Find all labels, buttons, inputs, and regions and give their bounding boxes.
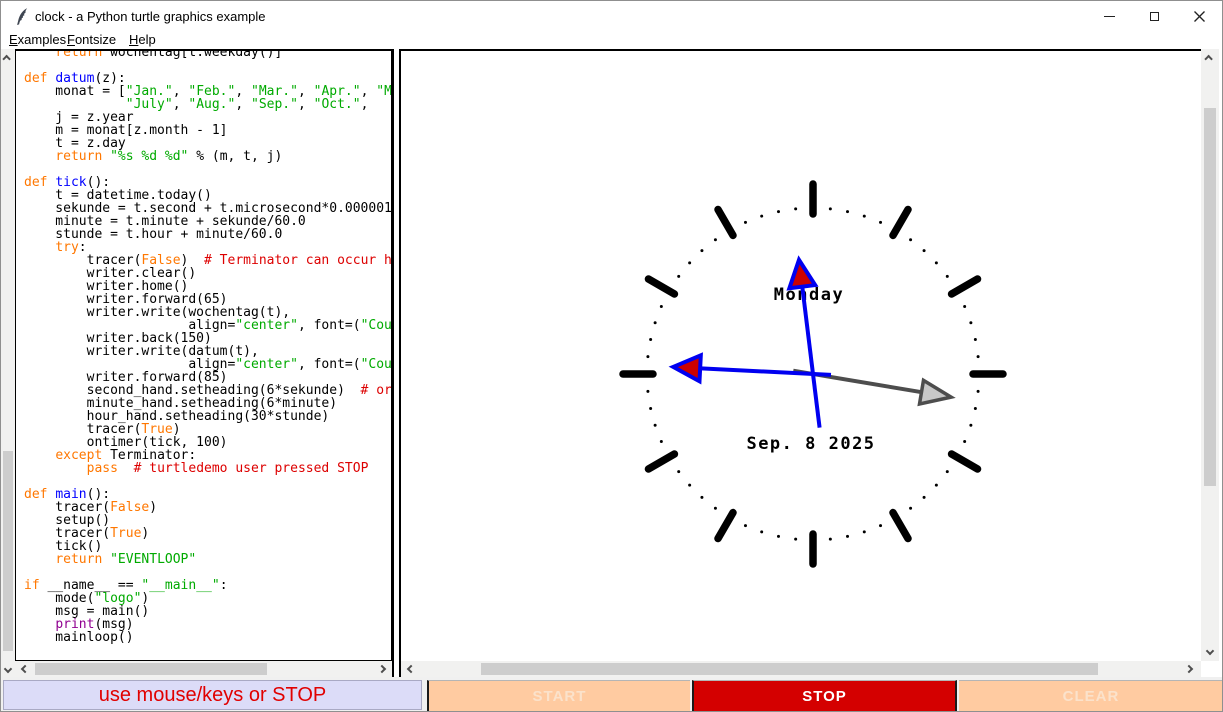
clock-svg: Monday Sep. 8 2025 xyxy=(401,51,1201,661)
clear-button[interactable]: CLEAR xyxy=(959,680,1223,711)
maximize-icon xyxy=(1150,12,1159,21)
scroll-left-icon[interactable] xyxy=(17,661,33,677)
menu-examples[interactable]: Examples xyxy=(9,32,66,47)
minimize-button[interactable] xyxy=(1087,1,1132,31)
canvas-vscroll-thumb[interactable] xyxy=(1204,108,1216,486)
scroll-up-icon[interactable] xyxy=(1203,51,1217,67)
code-horizontal-scrollbar[interactable] xyxy=(15,661,392,677)
close-button[interactable] xyxy=(1177,1,1222,31)
scroll-up-icon[interactable] xyxy=(1,51,15,67)
status-message: use mouse/keys or STOP xyxy=(3,680,422,710)
stop-button[interactable]: STOP xyxy=(692,680,957,711)
minimize-icon xyxy=(1104,16,1115,17)
canvas-horizontal-scrollbar[interactable] xyxy=(401,661,1201,677)
menu-help[interactable]: Help xyxy=(129,32,156,47)
maximize-button[interactable] xyxy=(1132,1,1177,31)
turtle-canvas[interactable]: Monday Sep. 8 2025 xyxy=(401,49,1201,661)
code-vscroll-thumb[interactable] xyxy=(3,451,13,651)
code-vertical-scrollbar[interactable] xyxy=(1,49,15,677)
pane-divider[interactable] xyxy=(392,49,401,677)
code-text: return wochentag[t.weekday()] def datum(… xyxy=(16,49,391,644)
scroll-right-icon[interactable] xyxy=(1181,661,1197,677)
turtledemo-window: clock - a Python turtle graphics example… xyxy=(0,0,1223,712)
menu-fontsize[interactable]: Fontsize xyxy=(67,32,116,47)
scroll-down-icon[interactable] xyxy=(1203,643,1217,659)
code-pane[interactable]: return wochentag[t.weekday()] def datum(… xyxy=(15,49,392,661)
scroll-right-icon[interactable] xyxy=(374,661,390,677)
scroll-down-icon[interactable] xyxy=(1,661,15,677)
menubar: Examples Fontsize Help xyxy=(1,31,1222,49)
svg-text:Sep. 8 2025: Sep. 8 2025 xyxy=(746,434,875,454)
canvas-hscroll-thumb[interactable] xyxy=(481,663,1098,675)
python-feather-icon xyxy=(15,7,30,26)
scroll-left-icon[interactable] xyxy=(403,661,419,677)
window-title: clock - a Python turtle graphics example xyxy=(35,9,266,24)
titlebar[interactable]: clock - a Python turtle graphics example xyxy=(1,1,1222,31)
code-hscroll-thumb[interactable] xyxy=(35,663,267,675)
window-controls xyxy=(1087,1,1222,31)
close-icon xyxy=(1194,11,1205,22)
canvas-vertical-scrollbar[interactable] xyxy=(1201,49,1219,661)
start-button[interactable]: START xyxy=(427,680,690,711)
svg-text:Monday: Monday xyxy=(774,285,844,305)
bottom-bar: use mouse/keys or STOP START STOP CLEAR xyxy=(1,677,1223,712)
